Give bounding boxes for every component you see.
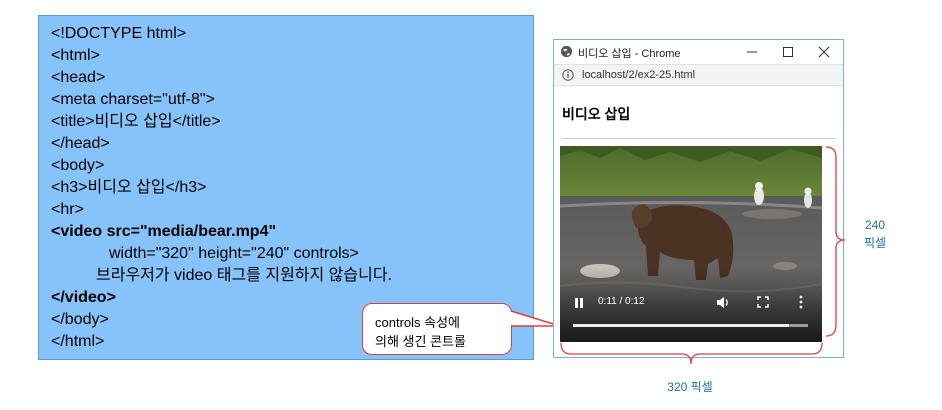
- maximize-icon: [783, 47, 793, 57]
- horizontal-rule: [562, 138, 836, 139]
- callout-joint: [509, 312, 513, 325]
- code-line: <h3>비디오 삽입</h3>: [51, 179, 207, 196]
- code-line-video-open: <video src="media/bear.mp4": [51, 223, 277, 240]
- video-progress-fill: [573, 324, 790, 327]
- code-line: <head>: [51, 69, 106, 86]
- code-line: <title>비디오 삽입</title>: [51, 113, 221, 130]
- callout-box: controls 속성에 의해 생긴 콘트롤: [362, 303, 512, 355]
- code-line-video-close: </video>: [51, 289, 116, 306]
- minimize-button[interactable]: [742, 42, 762, 62]
- globe-icon: [560, 45, 573, 58]
- close-icon: [818, 46, 830, 58]
- minimize-icon: [747, 51, 757, 53]
- close-button[interactable]: [814, 42, 834, 62]
- code-line: <hr>: [51, 201, 84, 218]
- info-icon[interactable]: [562, 69, 574, 81]
- code-line-video-attrs: width="320" height="240" controls>: [109, 245, 359, 262]
- code-line: <body>: [51, 157, 105, 174]
- browser-window: 비디오 삽입 - Chrome localhost/2/ex2-25.html …: [553, 39, 844, 358]
- video-player[interactable]: 0:11 / 0:12: [560, 146, 822, 342]
- code-line: </html>: [51, 333, 105, 350]
- pause-icon[interactable]: [573, 297, 585, 309]
- video-progress-bar[interactable]: [573, 324, 808, 327]
- video-time: 0:11 / 0:12: [598, 296, 645, 307]
- height-dimension-unit: 픽셀: [863, 236, 887, 250]
- code-line: <html>: [51, 47, 100, 64]
- width-dimension-label: 320 픽셀: [667, 380, 713, 394]
- code-line: <meta charset="utf-8">: [51, 91, 215, 108]
- more-options-icon[interactable]: [798, 295, 804, 309]
- maximize-button[interactable]: [778, 42, 798, 62]
- page-heading: 비디오 삽입: [562, 106, 631, 122]
- url-text: localhost/2/ex2-25.html: [582, 69, 696, 81]
- code-line: <!DOCTYPE html>: [51, 25, 187, 42]
- height-dimension-value: 240: [864, 218, 886, 232]
- window-title: 비디오 삽입 - Chrome: [578, 48, 681, 60]
- volume-icon[interactable]: [716, 296, 730, 309]
- video-frame-image: [560, 146, 822, 342]
- code-line-fallback: 브라우저가 video 태그를 지원하지 않습니다.: [96, 267, 392, 284]
- code-line: </body>: [51, 311, 109, 328]
- callout-line-2: 의해 생긴 콘트롤: [375, 334, 466, 349]
- title-bar: 비디오 삽입 - Chrome: [554, 40, 843, 64]
- address-bar[interactable]: localhost/2/ex2-25.html: [554, 64, 843, 86]
- fullscreen-icon[interactable]: [757, 296, 769, 308]
- code-line: </head>: [51, 135, 110, 152]
- callout-line-1: controls 속성에: [375, 315, 461, 330]
